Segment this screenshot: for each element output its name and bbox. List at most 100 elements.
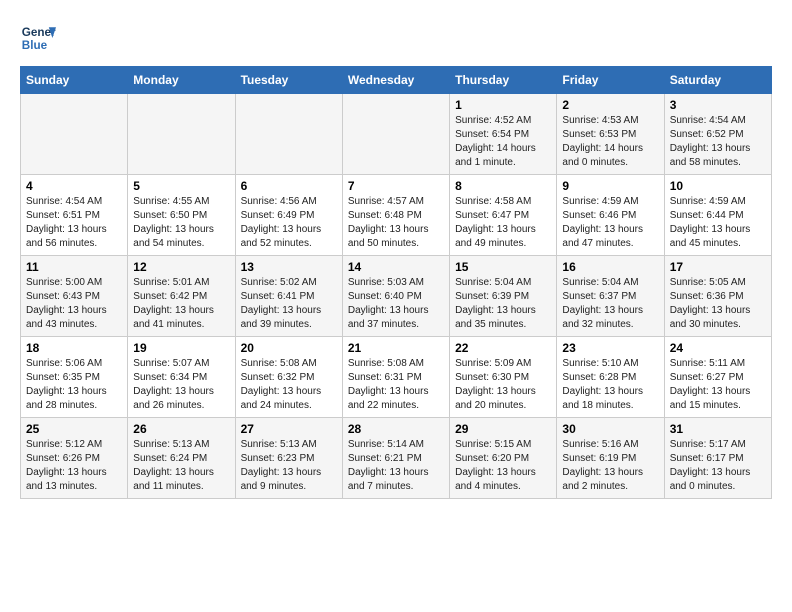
day-number: 13 [241,260,337,274]
calendar-cell: 23Sunrise: 5:10 AM Sunset: 6:28 PM Dayli… [557,337,664,418]
day-info: Sunrise: 5:11 AM Sunset: 6:27 PM Dayligh… [670,357,766,413]
day-number: 24 [670,341,766,355]
calendar-cell: 7Sunrise: 4:57 AM Sunset: 6:48 PM Daylig… [342,175,449,256]
calendar-cell: 13 Sunrise: 5:02 AM Sunset: 6:41 PM Dayli… [235,256,342,337]
day-number: 22 [455,341,551,355]
col-header-tuesday: Tuesday [235,67,342,94]
calendar-cell: 16 Sunrise: 5:04 AM Sunset: 6:37 PM Dayli… [557,256,664,337]
day-number: 6 [241,179,337,193]
calendar-cell: 22 Sunrise: 5:09 AM Sunset: 6:30 PM Dayli… [450,337,557,418]
calendar-week-5: 25Sunrise: 5:12 AM Sunset: 6:26 PM Dayli… [21,418,772,499]
day-number: 31 [670,422,766,436]
day-number: 8 [455,179,551,193]
calendar-cell [235,94,342,175]
day-number: 30 [562,422,658,436]
calendar-cell [342,94,449,175]
day-number: 2 [562,98,658,112]
calendar-cell: 24 Sunrise: 5:11 AM Sunset: 6:27 PM Dayli… [664,337,771,418]
calendar-cell: 19 Sunrise: 5:07 AM Sunset: 6:34 PM Dayli… [128,337,235,418]
calendar-cell: 26 Sunrise: 5:13 AM Sunset: 6:24 PM Dayli… [128,418,235,499]
calendar-cell: 5 Sunrise: 4:55 AM Sunset: 6:50 PM Daylig… [128,175,235,256]
calendar-cell: 25Sunrise: 5:12 AM Sunset: 6:26 PM Dayli… [21,418,128,499]
day-info: Sunrise: 4:57 AM Sunset: 6:48 PM Dayligh… [348,195,444,251]
col-header-friday: Friday [557,67,664,94]
day-number: 17 [670,260,766,274]
day-number: 11 [26,260,122,274]
day-info: Sunrise: 5:07 AM Sunset: 6:34 PM Dayligh… [133,357,229,413]
day-info: Sunrise: 5:08 AM Sunset: 6:31 PM Dayligh… [348,357,444,413]
day-info: Sunrise: 5:05 AM Sunset: 6:36 PM Dayligh… [670,276,766,332]
day-info: Sunrise: 5:14 AM Sunset: 6:21 PM Dayligh… [348,438,444,494]
day-number: 9 [562,179,658,193]
calendar-cell: 28 Sunrise: 5:14 AM Sunset: 6:21 PM Dayli… [342,418,449,499]
calendar-week-2: 4Sunrise: 4:54 AM Sunset: 6:51 PM Daylig… [21,175,772,256]
calendar-week-4: 18Sunrise: 5:06 AM Sunset: 6:35 PM Dayli… [21,337,772,418]
day-info: Sunrise: 5:06 AM Sunset: 6:35 PM Dayligh… [26,357,122,413]
calendar-cell: 31 Sunrise: 5:17 AM Sunset: 6:17 PM Dayli… [664,418,771,499]
day-info: Sunrise: 5:10 AM Sunset: 6:28 PM Dayligh… [562,357,658,413]
day-number: 12 [133,260,229,274]
day-number: 21 [348,341,444,355]
calendar-cell: 1Sunrise: 4:52 AM Sunset: 6:54 PM Daylig… [450,94,557,175]
calendar-cell: 30 Sunrise: 5:16 AM Sunset: 6:19 PM Dayli… [557,418,664,499]
day-number: 1 [455,98,551,112]
col-header-saturday: Saturday [664,67,771,94]
day-info: Sunrise: 5:01 AM Sunset: 6:42 PM Dayligh… [133,276,229,332]
day-info: Sunrise: 5:09 AM Sunset: 6:30 PM Dayligh… [455,357,551,413]
calendar-header-row: SundayMondayTuesdayWednesdayThursdayFrid… [21,67,772,94]
day-info: Sunrise: 5:00 AM Sunset: 6:43 PM Dayligh… [26,276,122,332]
logo-icon: General Blue [20,20,56,56]
calendar-cell: 21 Sunrise: 5:08 AM Sunset: 6:31 PM Dayli… [342,337,449,418]
col-header-wednesday: Wednesday [342,67,449,94]
calendar-cell: 8 Sunrise: 4:58 AM Sunset: 6:47 PM Daylig… [450,175,557,256]
day-number: 16 [562,260,658,274]
logo: General Blue [20,20,60,56]
day-number: 5 [133,179,229,193]
col-header-thursday: Thursday [450,67,557,94]
day-info: Sunrise: 4:58 AM Sunset: 6:47 PM Dayligh… [455,195,551,251]
day-info: Sunrise: 4:55 AM Sunset: 6:50 PM Dayligh… [133,195,229,251]
day-info: Sunrise: 5:04 AM Sunset: 6:37 PM Dayligh… [562,276,658,332]
calendar-cell: 2 Sunrise: 4:53 AM Sunset: 6:53 PM Daylig… [557,94,664,175]
calendar-table: SundayMondayTuesdayWednesdayThursdayFrid… [20,66,772,499]
day-number: 25 [26,422,122,436]
calendar-cell: 18Sunrise: 5:06 AM Sunset: 6:35 PM Dayli… [21,337,128,418]
calendar-week-1: 1Sunrise: 4:52 AM Sunset: 6:54 PM Daylig… [21,94,772,175]
calendar-cell: 15 Sunrise: 5:04 AM Sunset: 6:39 PM Dayli… [450,256,557,337]
day-info: Sunrise: 5:16 AM Sunset: 6:19 PM Dayligh… [562,438,658,494]
calendar-cell: 27Sunrise: 5:13 AM Sunset: 6:23 PM Dayli… [235,418,342,499]
day-info: Sunrise: 5:17 AM Sunset: 6:17 PM Dayligh… [670,438,766,494]
day-info: Sunrise: 5:03 AM Sunset: 6:40 PM Dayligh… [348,276,444,332]
calendar-cell: 6 Sunrise: 4:56 AM Sunset: 6:49 PM Daylig… [235,175,342,256]
calendar-cell: 10 Sunrise: 4:59 AM Sunset: 6:44 PM Dayli… [664,175,771,256]
day-number: 15 [455,260,551,274]
day-info: Sunrise: 4:59 AM Sunset: 6:46 PM Dayligh… [562,195,658,251]
day-number: 10 [670,179,766,193]
calendar-cell: 4Sunrise: 4:54 AM Sunset: 6:51 PM Daylig… [21,175,128,256]
day-number: 28 [348,422,444,436]
page-header: General Blue [20,20,772,56]
svg-text:Blue: Blue [22,39,48,52]
calendar-cell: 3Sunrise: 4:54 AM Sunset: 6:52 PM Daylig… [664,94,771,175]
calendar-cell: 14 Sunrise: 5:03 AM Sunset: 6:40 PM Dayli… [342,256,449,337]
calendar-cell: 12 Sunrise: 5:01 AM Sunset: 6:42 PM Dayli… [128,256,235,337]
day-number: 14 [348,260,444,274]
day-info: Sunrise: 4:59 AM Sunset: 6:44 PM Dayligh… [670,195,766,251]
day-info: Sunrise: 5:15 AM Sunset: 6:20 PM Dayligh… [455,438,551,494]
col-header-monday: Monday [128,67,235,94]
day-number: 19 [133,341,229,355]
calendar-cell [128,94,235,175]
day-info: Sunrise: 4:53 AM Sunset: 6:53 PM Dayligh… [562,114,658,170]
day-info: Sunrise: 5:13 AM Sunset: 6:24 PM Dayligh… [133,438,229,494]
day-number: 26 [133,422,229,436]
day-info: Sunrise: 5:08 AM Sunset: 6:32 PM Dayligh… [241,357,337,413]
day-info: Sunrise: 4:56 AM Sunset: 6:49 PM Dayligh… [241,195,337,251]
calendar-cell: 29 Sunrise: 5:15 AM Sunset: 6:20 PM Dayli… [450,418,557,499]
day-info: Sunrise: 5:04 AM Sunset: 6:39 PM Dayligh… [455,276,551,332]
calendar-cell: 20 Sunrise: 5:08 AM Sunset: 6:32 PM Dayli… [235,337,342,418]
day-info: Sunrise: 5:02 AM Sunset: 6:41 PM Dayligh… [241,276,337,332]
calendar-cell: 17 Sunrise: 5:05 AM Sunset: 6:36 PM Dayli… [664,256,771,337]
day-number: 29 [455,422,551,436]
day-number: 20 [241,341,337,355]
calendar-cell [21,94,128,175]
